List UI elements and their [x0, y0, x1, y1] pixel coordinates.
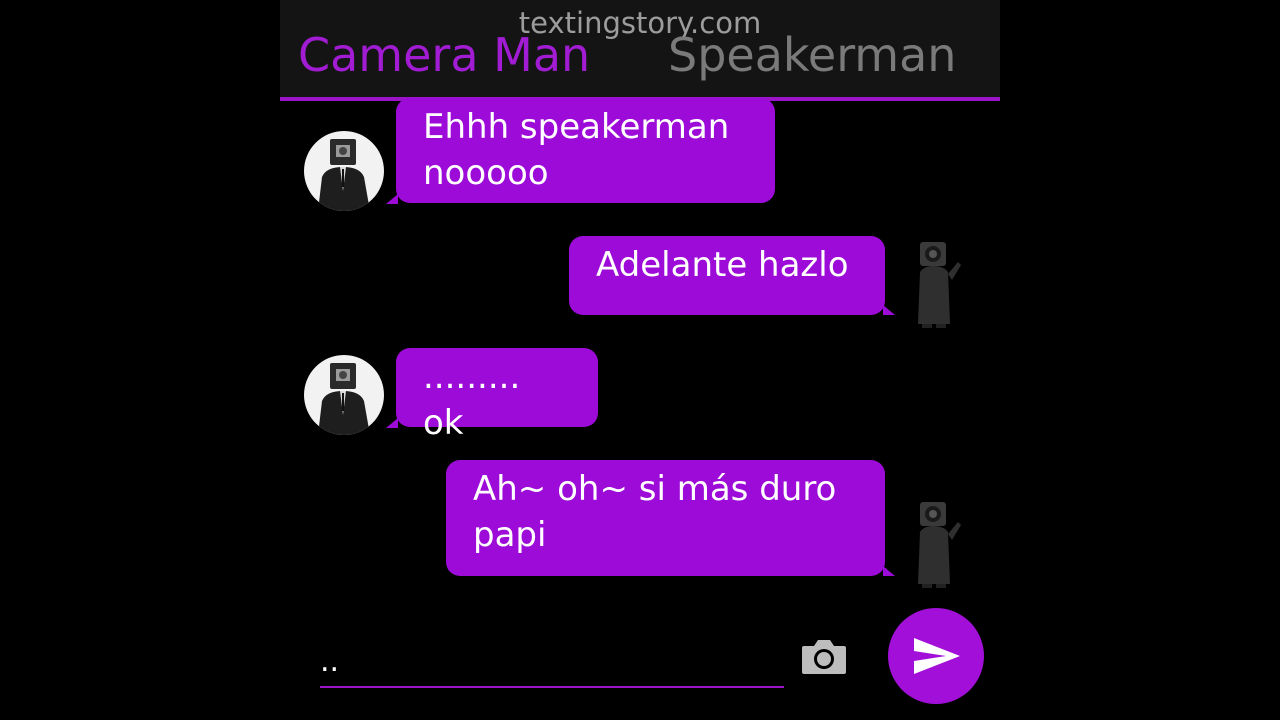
message-line: Ehhh speakerman [423, 107, 730, 147]
chat-screen: textingstory.com Camera Man Speakerman E… [280, 0, 1000, 720]
chat-header: textingstory.com Camera Man Speakerman [280, 0, 1000, 101]
camera-man-figure-icon [318, 363, 370, 435]
contact-name-speakerman[interactable]: Speakerman [668, 27, 956, 83]
message-bubble-sent[interactable]: Adelante hazlo [569, 236, 885, 315]
bubble-tail [883, 305, 895, 315]
message-line: ......... ok [423, 357, 521, 443]
message-line: Ah~ oh~ si más duro [473, 469, 837, 509]
send-button[interactable] [888, 608, 984, 704]
send-icon [914, 638, 960, 674]
bubble-tail [386, 418, 398, 428]
camera-man-avatar[interactable] [304, 131, 384, 211]
message-line: Adelante hazlo [596, 245, 849, 285]
contact-name-camera-man[interactable]: Camera Man [298, 27, 590, 83]
bubble-tail [883, 566, 895, 576]
camera-icon[interactable] [800, 636, 848, 676]
camera-man-figure-icon [318, 139, 370, 211]
input-underline [320, 686, 784, 688]
message-line: papi [473, 515, 547, 555]
message-line: nooooo [423, 153, 549, 193]
camera-man-avatar[interactable] [304, 355, 384, 435]
message-bubble-received[interactable]: ......... ok [396, 348, 598, 443]
bubble-tail [386, 194, 398, 204]
message-bubble-sent[interactable]: Ah~ oh~ si más duro papi [446, 460, 885, 576]
message-input[interactable] [320, 644, 760, 680]
message-bubble-received[interactable]: Ehhh speakerman nooooo [396, 98, 775, 203]
speakerman-avatar[interactable] [906, 500, 970, 590]
speakerman-avatar[interactable] [906, 240, 970, 330]
